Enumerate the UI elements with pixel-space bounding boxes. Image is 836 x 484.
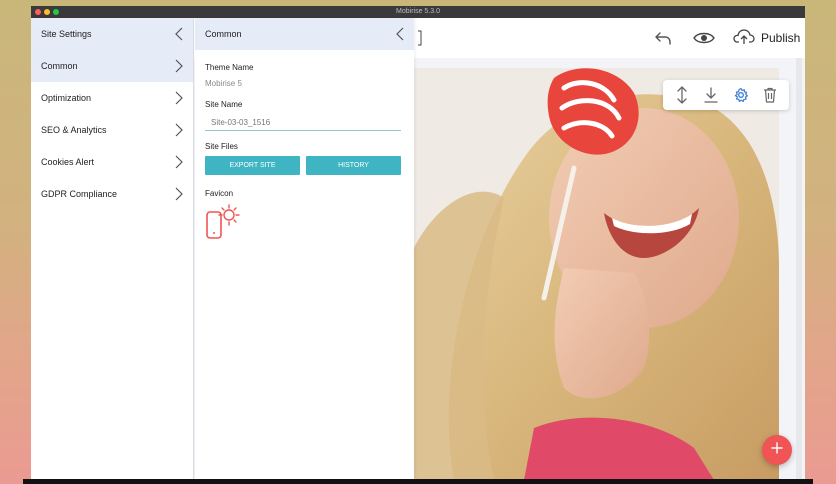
- chevron-right-icon: [175, 91, 183, 105]
- favicon-icon[interactable]: [205, 202, 404, 247]
- site-files-buttons: EXPORT SITE HISTORY: [205, 156, 404, 175]
- site-name-input[interactable]: Site-03-03_1516: [205, 115, 401, 131]
- site-name-label: Site Name: [205, 100, 243, 109]
- chevron-right-icon: [175, 59, 183, 73]
- sidebar-item-common[interactable]: Common: [31, 50, 193, 82]
- history-button[interactable]: HISTORY: [306, 156, 401, 175]
- screen-bottom-edge: [23, 479, 813, 484]
- eye-icon[interactable]: [691, 18, 717, 58]
- undo-icon[interactable]: [651, 18, 675, 58]
- download-icon[interactable]: [700, 84, 722, 106]
- title-bar: Mobirise 5.3.0: [31, 6, 805, 18]
- common-settings-panel: Common Theme Name Mobirise 5 Site Name S…: [195, 18, 414, 480]
- gear-icon[interactable]: [730, 84, 752, 106]
- cloud-upload-icon: [733, 28, 755, 48]
- export-site-button[interactable]: EXPORT SITE: [205, 156, 300, 175]
- theme-name-value: Mobirise 5: [205, 79, 242, 88]
- sidebar-item-optimization[interactable]: Optimization: [31, 82, 193, 114]
- trash-icon[interactable]: [759, 84, 781, 106]
- chevron-right-icon: [175, 123, 183, 137]
- publish-label: Publish: [761, 31, 801, 45]
- sidebar-item-label: Common: [41, 61, 78, 71]
- plus-icon: [771, 441, 783, 459]
- minimize-window-button[interactable]: [44, 9, 50, 15]
- site-settings-panel: Site Settings Common Optimization SEO & …: [31, 18, 194, 480]
- sidebar-item-seo-analytics[interactable]: SEO & Analytics: [31, 114, 193, 146]
- window-title: Mobirise 5.3.0: [396, 8, 440, 15]
- chevron-right-icon: [175, 187, 183, 201]
- add-block-button[interactable]: [762, 435, 792, 465]
- move-icon[interactable]: [671, 84, 693, 106]
- sidebar-item-label: SEO & Analytics: [41, 125, 107, 135]
- app-window: Mobirise 5.3.0 Publish Site Settings Com…: [31, 6, 805, 480]
- site-files-label: Site Files: [205, 142, 238, 151]
- zoom-window-button[interactable]: [53, 9, 59, 15]
- canvas-scrollbar[interactable]: [796, 58, 802, 480]
- sidebar-item-gdpr-compliance[interactable]: GDPR Compliance: [31, 178, 193, 210]
- favicon-label: Favicon: [205, 189, 234, 198]
- chevron-left-icon[interactable]: [175, 27, 183, 41]
- sidebar-item-label: GDPR Compliance: [41, 189, 118, 199]
- theme-name-label: Theme Name: [205, 63, 254, 72]
- hero-photo: [414, 68, 779, 480]
- site-settings-title: Site Settings: [41, 29, 92, 39]
- chevron-left-icon[interactable]: [396, 27, 404, 41]
- site-settings-header: Site Settings: [31, 18, 193, 50]
- common-header: Common: [195, 18, 414, 50]
- page-canvas: [414, 68, 779, 480]
- close-window-button[interactable]: [35, 9, 41, 15]
- chevron-right-icon: [175, 155, 183, 169]
- sidebar-item-cookies-alert[interactable]: Cookies Alert: [31, 146, 193, 178]
- toolbar-divider: [416, 18, 424, 58]
- common-title: Common: [205, 29, 242, 39]
- publish-button[interactable]: Publish: [733, 18, 800, 58]
- sidebar-item-label: Optimization: [41, 93, 92, 103]
- block-toolbar: [663, 80, 789, 110]
- sidebar-item-label: Cookies Alert: [41, 157, 95, 167]
